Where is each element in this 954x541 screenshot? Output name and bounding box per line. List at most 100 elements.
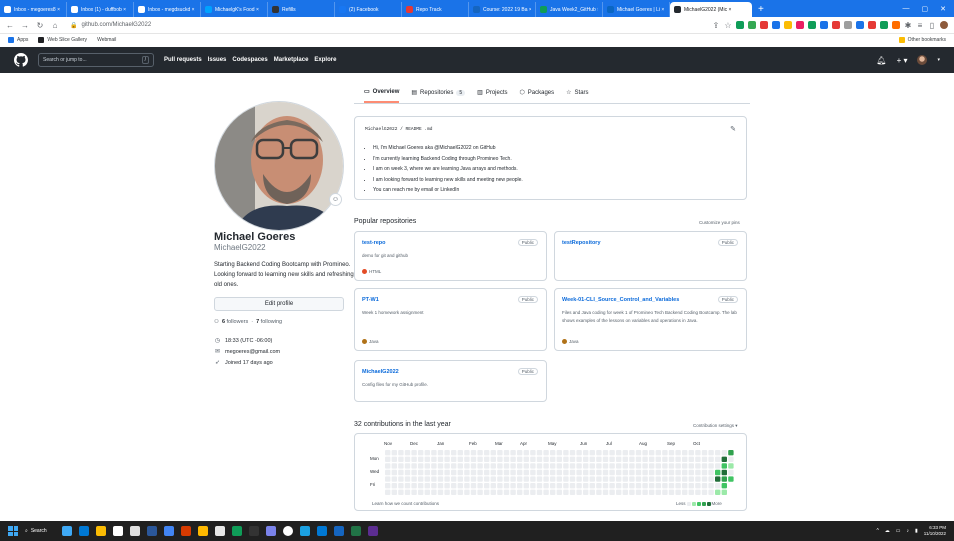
contribution-day[interactable] [616,476,622,482]
contribution-day[interactable] [424,476,430,482]
contribution-day[interactable] [490,450,496,456]
contribution-day[interactable] [431,463,437,469]
puzzle-icon[interactable]: ✱ [904,21,912,30]
browser-tab[interactable]: Repo Track [402,2,469,17]
contribution-day[interactable] [451,463,457,469]
contribution-day[interactable] [470,489,477,495]
contribution-day[interactable] [510,483,516,489]
contribution-day[interactable] [497,450,503,456]
contribution-day[interactable] [715,463,721,469]
contribution-day[interactable] [510,450,516,456]
contribution-day[interactable] [629,456,635,462]
contribution-day[interactable] [484,483,490,489]
followers-link[interactable]: 6 followers [222,319,248,325]
contribution-day[interactable] [556,469,562,476]
contribution-day[interactable] [490,489,496,495]
contribution-day[interactable] [583,463,589,469]
edit-profile-button[interactable]: Edit profile [214,297,344,311]
contribution-day[interactable] [668,476,675,482]
contribution-day[interactable] [437,456,444,462]
contribution-day[interactable] [451,450,457,456]
chrome-icon[interactable] [164,526,174,536]
contribution-day[interactable] [682,456,688,462]
contribution-day[interactable] [602,476,609,482]
browser-tab[interactable]: Java Week2_GitHub × [536,2,603,17]
contribution-day[interactable] [477,456,483,462]
browser-tab[interactable]: (2) Facebook [335,2,402,17]
contribution-day[interactable] [668,469,675,476]
contribution-day[interactable] [701,489,708,495]
contribution-day[interactable] [668,463,675,469]
browser-profile-avatar[interactable] [940,21,948,29]
contribution-day[interactable] [444,456,450,462]
network-icon[interactable]: ▭ [896,528,901,534]
repo-name-link[interactable]: test-repo [362,240,386,246]
contribution-day[interactable] [563,476,569,482]
contribution-day[interactable] [457,463,463,469]
browser-tab[interactable]: Inbox - megoeres8 × [0,2,67,17]
contribution-day[interactable] [444,489,450,495]
contribution-day[interactable] [477,476,483,482]
contribution-day[interactable] [391,489,397,495]
contribution-day[interactable] [569,483,576,489]
contribution-day[interactable] [635,450,642,456]
contribution-day[interactable] [589,463,595,469]
contribution-day[interactable] [385,469,391,476]
contribution-day[interactable] [510,476,516,482]
browser-tab[interactable]: Inbox - megdsuckd × [134,2,201,17]
contribution-day[interactable] [596,456,602,462]
browser-tab[interactable]: MichaelgK's Food × [201,2,268,17]
contribution-day[interactable] [642,483,648,489]
contribution-day[interactable] [431,469,437,476]
contribution-day[interactable] [675,469,681,476]
contribution-day[interactable] [543,476,549,482]
contribution-day[interactable] [398,476,404,482]
contribution-day[interactable] [576,463,582,469]
contribution-day[interactable] [602,469,609,476]
contribution-day[interactable] [728,469,734,476]
contribution-day[interactable] [418,469,424,476]
edge-icon[interactable] [79,526,89,536]
contribution-day[interactable] [523,456,529,462]
contribution-day[interactable] [503,456,510,462]
contribution-day[interactable] [418,450,424,456]
contribution-day[interactable] [602,456,609,462]
maximize-icon[interactable]: ▢ [922,5,929,13]
contribution-day[interactable] [385,489,391,495]
outlook-icon[interactable] [317,526,327,536]
contribution-day[interactable] [451,483,457,489]
bookmark-apps[interactable]: Apps [8,37,28,43]
share-icon[interactable]: ⇪ [712,21,720,30]
contribution-day[interactable] [490,476,496,482]
contribution-day[interactable] [490,483,496,489]
contribution-day[interactable] [497,469,503,476]
contribution-day[interactable] [404,483,411,489]
contribution-day[interactable] [701,476,708,482]
browser-tab[interactable]: Refills [268,2,335,17]
contribution-day[interactable] [616,456,622,462]
contribution-day[interactable] [424,469,430,476]
contribution-day[interactable] [556,476,562,482]
extension-icon[interactable] [844,21,852,29]
back-icon[interactable]: ← [6,21,14,30]
contribution-day[interactable] [457,483,463,489]
contribution-day[interactable] [668,489,675,495]
contribution-day[interactable] [668,456,675,462]
contribution-day[interactable] [530,469,536,476]
contribution-day[interactable] [517,489,523,495]
windows-start-icon[interactable] [8,526,18,536]
contribution-day[interactable] [695,489,701,495]
excel-icon[interactable] [351,526,361,536]
home-icon[interactable]: ⌂ [51,21,59,30]
contribution-day[interactable] [728,476,734,482]
contribution-day[interactable] [642,463,648,469]
contribution-day[interactable] [556,489,562,495]
contribution-day[interactable] [523,476,529,482]
contribution-day[interactable] [583,489,589,495]
contribution-day[interactable] [418,456,424,462]
contribution-day[interactable] [668,483,675,489]
contribution-day[interactable] [550,469,556,476]
contribution-day[interactable] [675,476,681,482]
contribution-day[interactable] [635,483,642,489]
contribution-day[interactable] [649,469,655,476]
